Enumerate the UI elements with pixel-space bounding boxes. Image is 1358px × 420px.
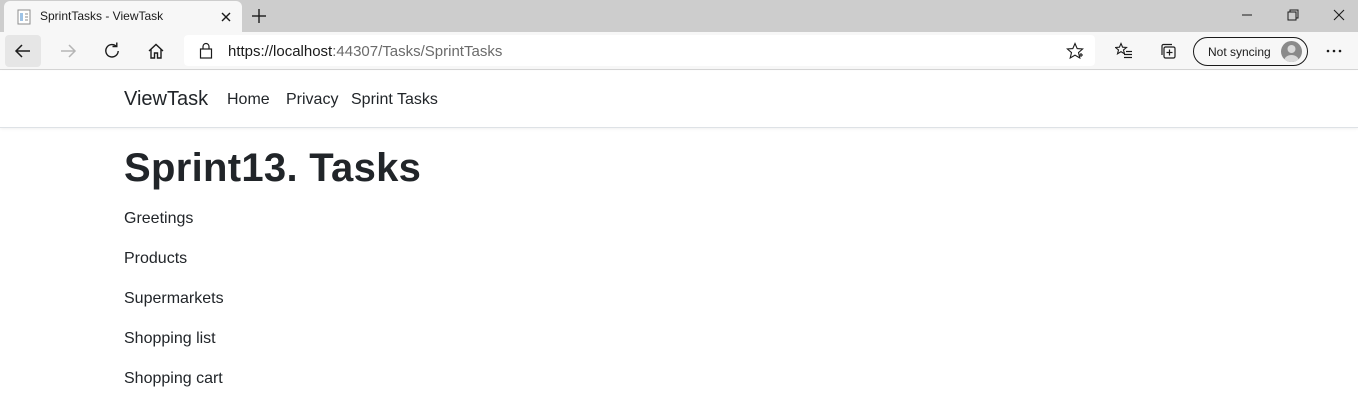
ellipsis-icon: [1326, 49, 1342, 53]
nav-link-sprint-tasks[interactable]: Sprint Tasks: [351, 91, 438, 109]
tab-title: SprintTasks - ViewTask: [40, 9, 164, 23]
lock-icon[interactable]: [198, 42, 214, 64]
more-options-button[interactable]: [1316, 35, 1352, 67]
close-tab-icon[interactable]: [218, 9, 234, 25]
task-item-supermarkets[interactable]: Supermarkets: [124, 290, 224, 330]
tab-strip: SprintTasks - ViewTask: [0, 0, 1358, 32]
page-icon: [16, 9, 32, 25]
refresh-icon: [105, 42, 119, 58]
refresh-button[interactable]: [94, 35, 130, 67]
browser-toolbar: https://localhost:44307/Tasks/SprintTask…: [0, 32, 1358, 70]
avatar: [1281, 41, 1302, 62]
task-item-products[interactable]: Products: [124, 250, 224, 290]
url-host: https://localhost: [228, 43, 333, 60]
nav-link-home[interactable]: Home: [227, 91, 270, 109]
task-item-greetings[interactable]: Greetings: [124, 210, 224, 250]
home-button[interactable]: [138, 35, 174, 67]
site-navbar: ViewTask Home Privacy Sprint Tasks: [0, 71, 1358, 128]
restore-window-button[interactable]: [1270, 0, 1316, 30]
url-text[interactable]: https://localhost:44307/Tasks/SprintTask…: [228, 43, 502, 60]
collections-icon: [1161, 43, 1176, 59]
profile-sync-button[interactable]: Not syncing: [1193, 37, 1308, 66]
favorites-button[interactable]: [1106, 35, 1142, 67]
url-path: :44307/Tasks/SprintTasks: [332, 43, 503, 60]
nav-link-privacy[interactable]: Privacy: [286, 91, 338, 109]
arrow-left-icon: [14, 44, 30, 58]
collections-button[interactable]: [1150, 35, 1186, 67]
back-button[interactable]: [5, 35, 41, 67]
favorites-list-icon: [1115, 42, 1132, 59]
sync-status-label: Not syncing: [1208, 45, 1271, 59]
task-list: Greetings Products Supermarkets Shopping…: [124, 210, 224, 410]
task-item-shopping-list[interactable]: Shopping list: [124, 330, 224, 370]
star-icon[interactable]: [1066, 42, 1084, 65]
brand-link[interactable]: ViewTask: [124, 88, 208, 111]
minimize-window-button[interactable]: [1224, 0, 1270, 30]
home-icon: [148, 43, 164, 59]
browser-tab[interactable]: SprintTasks - ViewTask: [4, 1, 242, 32]
close-window-button[interactable]: [1316, 0, 1358, 30]
arrow-right-icon: [61, 44, 77, 58]
new-tab-icon[interactable]: [249, 6, 269, 26]
address-bar[interactable]: https://localhost:44307/Tasks/SprintTask…: [184, 35, 1095, 66]
task-item-shopping-cart[interactable]: Shopping cart: [124, 370, 224, 410]
forward-button[interactable]: [50, 35, 86, 67]
page-title: Sprint13. Tasks: [124, 146, 422, 190]
